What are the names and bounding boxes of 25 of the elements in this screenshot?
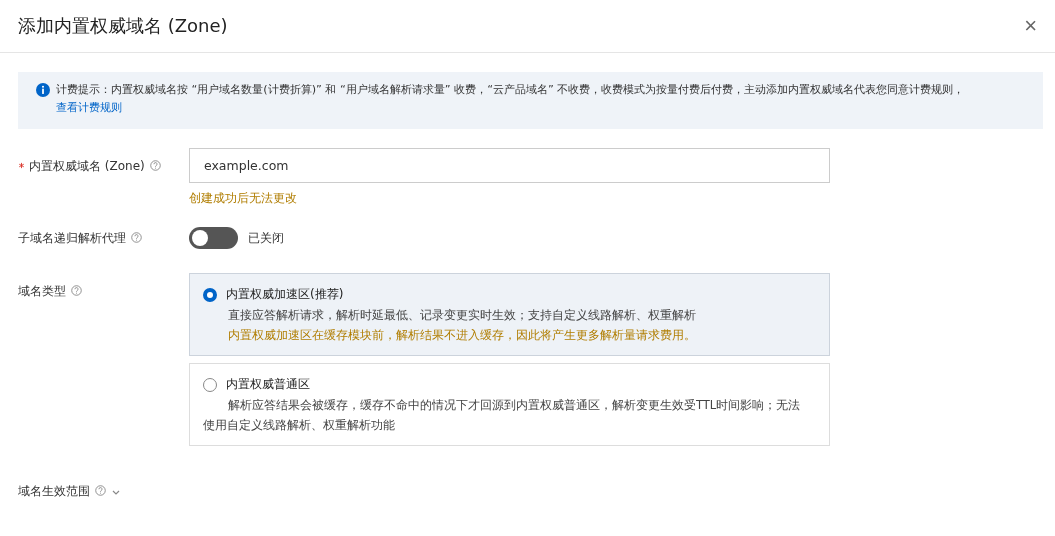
switch-status: 已关闭	[248, 229, 284, 247]
option-card[interactable]: 内置权威普通区 解析应答结果会被缓存，缓存不命中的情况下才回源到内置权威普通区，解析变更生效受TTL时间影响；无法使用自定义线路解析、权重解析功能	[189, 363, 830, 446]
field-label: 域名类型	[18, 283, 66, 299]
dialog-title: 添加内置权威域名 (Zone)	[18, 14, 228, 38]
option-description: 直接应答解析请求，解析时延最低、记录变更实时生效；支持自定义线路解析、权重解析	[227, 307, 697, 324]
input-field[interactable]: example.com	[189, 148, 830, 183]
option-card[interactable]: 内置权威加速区(推荐) 直接应答解析请求，解析时延最低、记录变更实时生效；支持自定义线路解析、权重解析 内置权威加速区在缓存模块前，解析结果不进入缓存，因此将产生更多解析量请求费用。	[189, 273, 830, 356]
option-title: 内置权威普通区	[226, 376, 310, 393]
field-label: 内置权威域名 (Zone)	[29, 158, 145, 174]
help-icon[interactable]	[71, 285, 82, 296]
info-icon	[36, 83, 50, 97]
field-label: 子域名递归解析代理	[18, 230, 126, 246]
billing-notice: 计费提示：内置权威域名按 “用户域名数量(计费折算)” 和 “用户域名解析请求量” 收费，“云产品域名” 不收费，收费模式为按量付费后付费，主动添加内置权威域名代表您同意计费规则， 查看计费规则	[56, 82, 966, 116]
option-title: 内置权威加速区(推荐)	[226, 286, 344, 303]
toggle-switch[interactable]	[189, 227, 238, 249]
help-icon[interactable]	[149, 160, 161, 171]
radio-button[interactable]	[203, 287, 217, 302]
close-button[interactable]: ×	[1024, 15, 1037, 37]
field-label: 域名生效范围	[18, 483, 90, 499]
option-description: 解析应答结果会被缓存，缓存不命中的情况下才回源到内置权威普通区，解析变更生效受TTL时间影响；无法使用自定义线路解析、权重解析功能	[203, 397, 802, 434]
field-hint: 创建成功后无法更改	[189, 190, 298, 207]
help-icon[interactable]	[131, 232, 142, 243]
help-icon[interactable]	[95, 485, 106, 496]
billing-rules-link[interactable]: 查看计费规则	[56, 101, 122, 114]
option-description: 内置权威加速区在缓存模块前，解析结果不进入缓存，因此将产生更多解析量请求费用。	[227, 327, 697, 344]
